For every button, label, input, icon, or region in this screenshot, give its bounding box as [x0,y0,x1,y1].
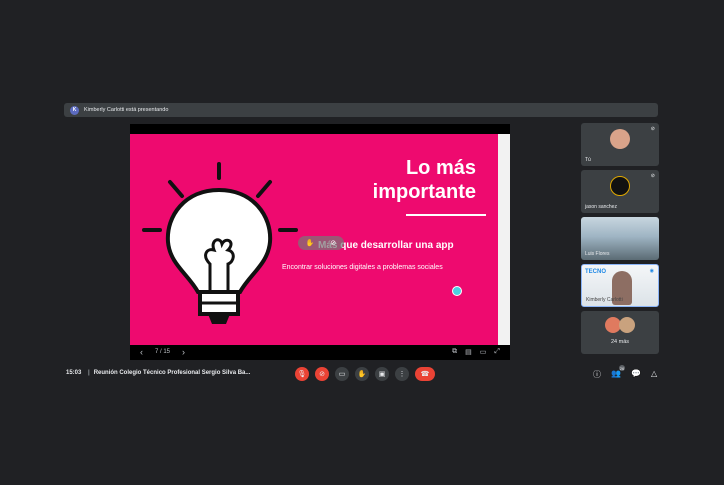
participant-tile-jason[interactable]: ⊘ jason sanchez [581,170,659,213]
meeting-title: Reunión Colegio Técnico Profesional Serg… [88,370,251,376]
participant-tile-self[interactable]: ⊘ Tú [581,123,659,166]
presenting-text: Kimberly Carlotti está presentando [84,107,169,113]
slide-title-line2: importante [372,181,476,203]
participant-name: Luis Flores [585,251,610,257]
slides-grid-icon[interactable]: ▤ [465,348,472,356]
title-underline [406,214,486,216]
presentation-stage: Lo más importante Más que desarrollar un… [130,124,510,360]
pointer-cursor [452,286,462,296]
participant-tile-luis[interactable]: Luis Flores [581,217,659,260]
participant-count-badge: 26 [618,365,625,371]
bottom-bar: 15:03 Reunión Colegio Técnico Profesiona… [0,364,724,386]
avatar [619,317,635,333]
more-options-button[interactable]: ⋮ [395,367,409,381]
reaction-chip[interactable]: ✋ ⊘ [298,236,344,250]
raise-hand-button[interactable]: ✋ [355,367,369,381]
slide-title-line1: Lo más [405,157,476,179]
slide-controls: ‹ 7 / 15 › ⧉ ▤ ▭ ⤢ [130,344,510,360]
slide: Lo más importante Más que desarrollar un… [130,134,498,345]
people-icon[interactable]: 👥 26 [611,365,625,380]
chat-icon[interactable]: 💬 [631,369,641,380]
captions-icon[interactable]: ⧉ [452,348,457,356]
participant-tiles: ⊘ Tú ⊘ jason sanchez Luis Flores TECNO ◉… [581,123,659,358]
lightbulb-icon [142,162,298,324]
activities-icon[interactable]: △ [651,369,657,380]
hand-icon: ✋ [305,240,315,247]
slide-side-strip [498,134,510,345]
logo-text: TECNO [585,269,606,275]
leave-call-button[interactable]: ☎ [415,367,435,381]
participant-tile-more[interactable]: 24 más [581,311,659,354]
participant-name: jason sanchez [585,204,617,210]
mic-off-icon: ⊘ [650,173,655,179]
present-button[interactable]: ▣ [375,367,389,381]
captions-button[interactable]: ▭ [335,367,349,381]
avatar [610,129,630,149]
slide-body: Encontrar soluciones digitales a problem… [282,264,443,271]
fullscreen-icon[interactable]: ⤢ [494,348,500,356]
participant-name: Tú [585,157,591,163]
mic-off-icon: ⊘ [650,126,655,132]
avatar [610,176,630,196]
next-slide-icon[interactable]: › [182,347,185,357]
clock: 15:03 [66,370,82,376]
info-icon[interactable]: ⓘ [593,369,601,380]
slide-title: Lo más importante [373,156,476,204]
prev-slide-icon[interactable]: ‹ [140,347,143,357]
presenting-banner: K Kimberly Carlotti está presentando [64,103,658,117]
mic-toggle-button[interactable]: 🎙 [295,367,309,381]
mic-off-icon: ⊘ [330,240,337,247]
meeting-tools: ⓘ 👥 26 💬 △ [593,365,657,380]
notes-icon[interactable]: ▭ [480,348,487,356]
participant-tile-kimberly[interactable]: TECNO ◉ Kimberly Carlotti [581,264,659,307]
call-controls: 🎙 ⊘ ▭ ✋ ▣ ⋮ ☎ [295,367,435,381]
camera-toggle-button[interactable]: ⊘ [315,367,329,381]
presenter-avatar: K [70,105,79,115]
participant-name: Kimberly Carlotti [586,297,623,303]
more-participants: 24 más [610,339,630,345]
speaking-icon: ◉ [649,268,654,274]
slide-counter: 7 / 15 [155,349,171,355]
